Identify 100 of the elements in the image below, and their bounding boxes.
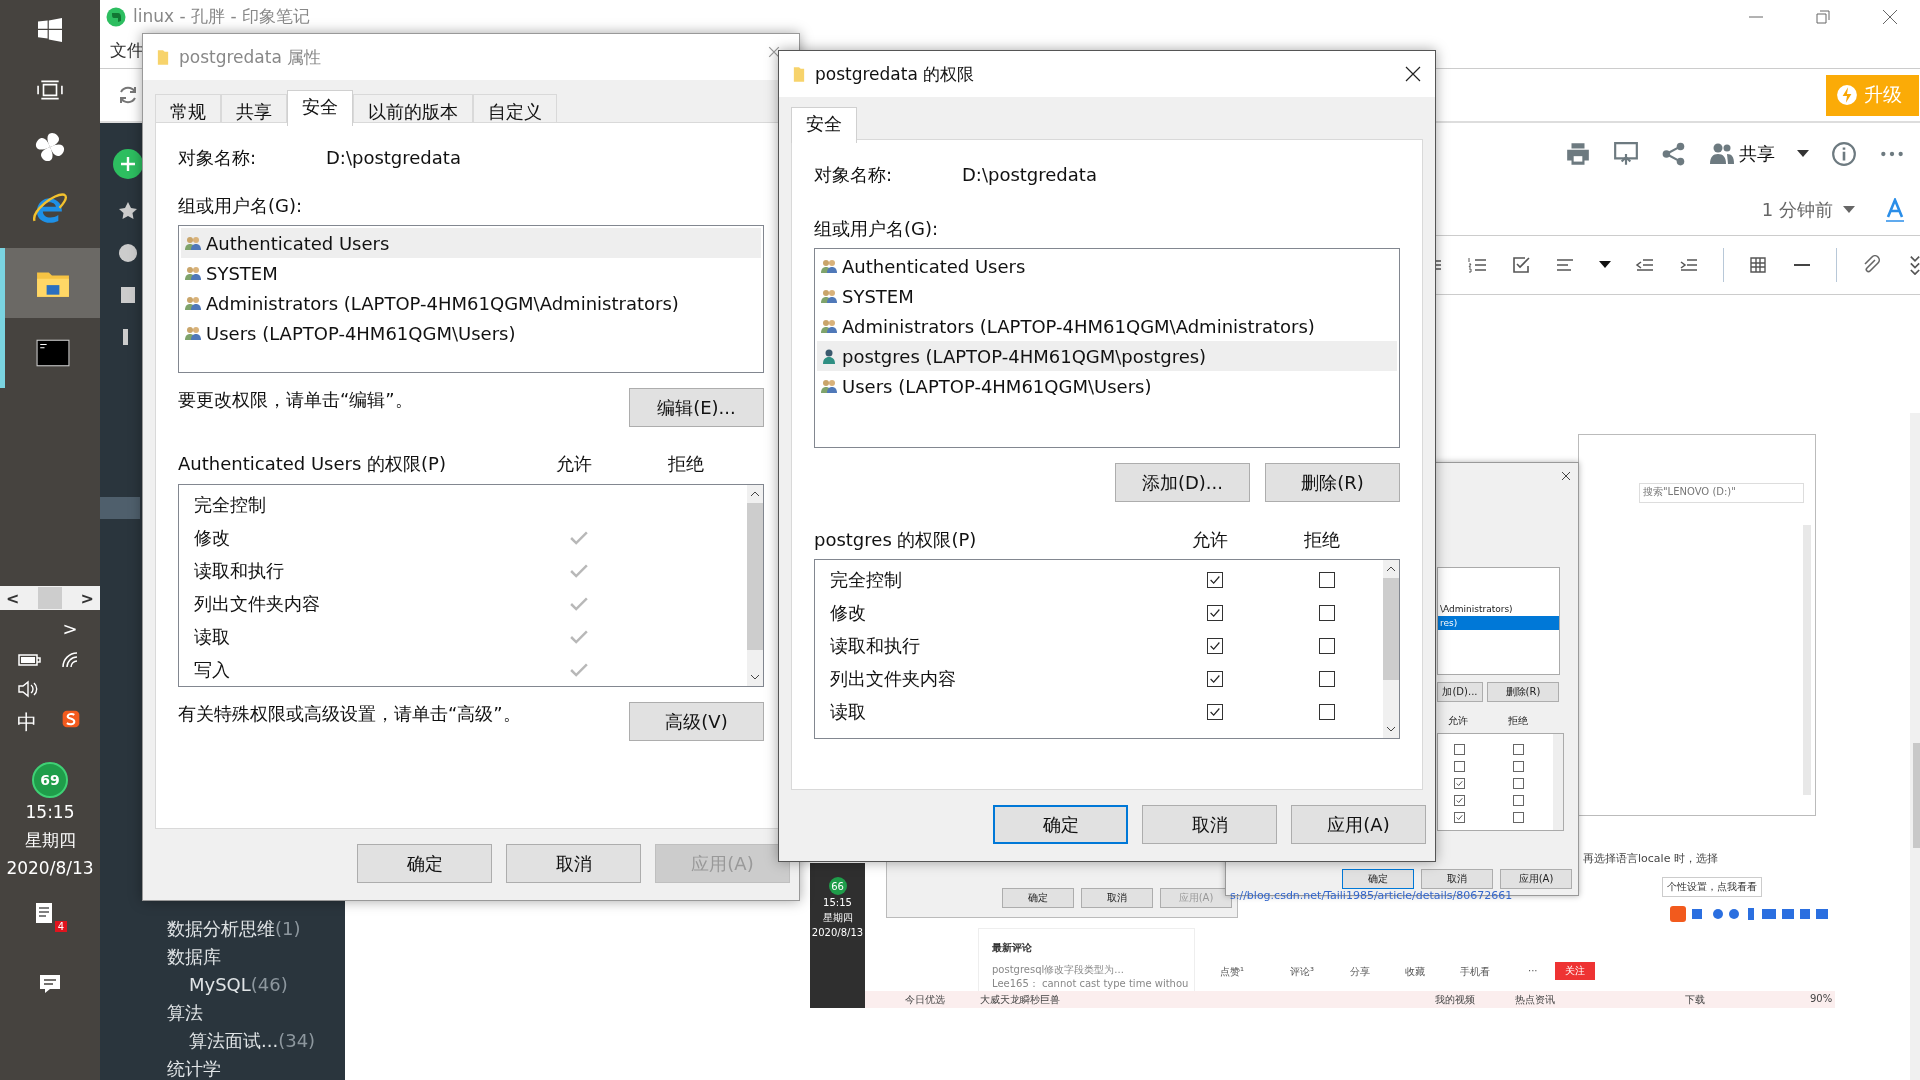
notebook-item[interactable]: 统计学 [167, 1055, 316, 1080]
field-label: 组或用户名(G): [814, 218, 940, 240]
dialog-button[interactable]: 确定 [357, 844, 492, 883]
permission-name: 读取 [829, 699, 867, 724]
dialog-button[interactable]: 确定 [1002, 888, 1074, 908]
action-link[interactable]: 点赞¹ [1220, 965, 1244, 979]
permission-name: 修改 [193, 525, 231, 550]
notebook-item[interactable]: 数据库 [167, 943, 316, 971]
list-item[interactable]: postgres (LAPTOP-4HM61QGM\postgres) [817, 341, 1397, 371]
hint-text: 要更改权限，请单击“编辑”。 [178, 388, 413, 412]
permission-name: 完全控制 [193, 492, 267, 517]
dialog-title: postgredata 属性 [179, 45, 322, 69]
column-header: 拒绝 [1508, 714, 1528, 728]
dialog-button[interactable]: 应用(A) [1291, 805, 1426, 844]
column-header: 拒绝 [667, 453, 705, 475]
status-item[interactable]: 我的视频 [1435, 993, 1475, 1007]
status-item[interactable]: 今日优选 [905, 993, 945, 1007]
permissions-title: Authenticated Users 的权限(P) [178, 453, 447, 475]
scroll-right-button[interactable]: > [80, 588, 94, 608]
field-label: 对象名称: [178, 147, 258, 169]
clock-weekday[interactable]: 星期四 [24, 826, 76, 854]
tooltip: 个性设置，点我看看 [1662, 877, 1762, 897]
dialog-button[interactable]: 应用(A) [1500, 869, 1572, 889]
list-item[interactable]: res) [1438, 616, 1559, 630]
permissions-title: postgres 的权限(P) [814, 529, 978, 551]
share-button[interactable]: 共享 [1709, 141, 1775, 167]
list-item[interactable]: Administrators (LAPTOP-4HM61QGM\Administrators) [181, 288, 761, 318]
column-header: 允许 [1448, 714, 1468, 728]
column-header: 拒绝 [1303, 529, 1341, 551]
list-item[interactable]: SYSTEM [181, 258, 761, 288]
dialog-button[interactable]: 确定 [1342, 869, 1414, 889]
permission-name: 读取和执行 [829, 633, 921, 658]
remove-button[interactable]: 删除(R) [1265, 463, 1400, 502]
column-header: 允许 [1191, 529, 1229, 551]
list-item[interactable]: \Administrators) [1438, 602, 1559, 616]
clock-date[interactable]: 2020/8/13 [6, 854, 94, 882]
edit-button[interactable]: 编辑(E)... [629, 388, 764, 427]
list-item[interactable]: Users (LAPTOP-4HM61QGM\Users) [181, 318, 761, 348]
status-item[interactable]: 下载 [1685, 993, 1705, 1007]
dialog-title: postgredata 的权限 [815, 62, 975, 86]
expand-tray-button[interactable]: > [62, 618, 78, 639]
object-path: D:\postgredata [326, 147, 461, 169]
clock-weekday: 星期四 [822, 911, 853, 925]
object-path: D:\postgredata [962, 164, 1097, 186]
search-field[interactable]: 搜索"LENOVO (D:)" [1639, 483, 1804, 503]
input-method-indicator[interactable]: 中 [17, 709, 41, 736]
advanced-button[interactable]: 高级(V) [629, 702, 764, 741]
permission-name: 列出文件夹内容 [829, 666, 957, 691]
link[interactable]: s://blog.csdn.net/Taili1985/article/details/80672661 [1230, 889, 1513, 902]
notebook-item[interactable]: 算法 [167, 999, 316, 1027]
modified-time[interactable]: 1 分钟前 [1761, 198, 1833, 222]
list-item[interactable]: Authenticated Users [817, 251, 1397, 281]
comment-text: Lee165： cannot cast type time withou [992, 977, 1190, 991]
article-text: 再选择语言locale 时，选择 [1583, 851, 1718, 866]
dialog-button[interactable]: 取消 [1421, 869, 1493, 889]
status-item[interactable]: 热点资讯 [1515, 993, 1555, 1007]
permission-name: 写入 [193, 657, 231, 682]
window-title: linux - 孔胖 - 印象笔记 [133, 5, 310, 28]
clock-time[interactable]: 15:15 [25, 798, 75, 826]
action-link[interactable]: ··· [1528, 965, 1538, 976]
action-link[interactable]: 分享 [1350, 965, 1370, 979]
permission-name: 读取 [193, 624, 231, 649]
action-link[interactable]: 手机看 [1460, 965, 1490, 979]
notebook-item[interactable]: MySQL(46) [167, 971, 316, 999]
permission-name: 修改 [829, 600, 867, 625]
notification-count: 4 [54, 921, 67, 932]
action-link[interactable]: 评论³ [1290, 965, 1314, 979]
status-item[interactable]: 大威天龙瞬秒巨兽 [980, 993, 1060, 1007]
scroll-left-button[interactable]: < [6, 588, 20, 608]
add-button[interactable]: 添加(D)... [1115, 463, 1250, 502]
add-button[interactable]: 加(D)... [1437, 682, 1483, 702]
list-item[interactable]: SYSTEM [817, 281, 1397, 311]
comments-title: 最新评论 [992, 941, 1033, 955]
dialog-button[interactable]: 取消 [1081, 888, 1153, 908]
menu-item[interactable]: 文件 [110, 39, 144, 62]
column-header: 允许 [555, 453, 593, 475]
dialog-button[interactable]: 取消 [1142, 805, 1277, 844]
field-label: 组或用户名(G): [178, 195, 304, 217]
list-item[interactable]: Authenticated Users [181, 228, 761, 258]
counter-badge[interactable]: 69 [32, 762, 68, 798]
notebook-item[interactable]: 数据分析思维(1) [167, 915, 316, 943]
permission-name: 读取和执行 [193, 558, 285, 583]
tab[interactable]: 安全 [791, 107, 857, 143]
notebook-item[interactable]: 算法面试...(34) [167, 1027, 316, 1055]
clock-time: 15:15 [823, 896, 852, 910]
clock-date: 2020/8/13 [811, 926, 864, 940]
list-item[interactable]: Users (LAPTOP-4HM61QGM\Users) [817, 371, 1397, 401]
permission-name: 列出文件夹内容 [193, 591, 321, 616]
tab[interactable]: 安全 [287, 90, 353, 126]
field-label: 对象名称: [814, 164, 894, 186]
dialog-button[interactable]: 确定 [993, 805, 1128, 844]
follow-button[interactable]: 关注 [1555, 962, 1595, 980]
remove-button[interactable]: 删除(R) [1487, 682, 1559, 702]
status-item[interactable]: 90% [1810, 993, 1833, 1004]
scroll-bar[interactable]: < > [0, 586, 100, 610]
dialog-button[interactable]: 取消 [506, 844, 641, 883]
comment-text: postgresql修改字段类型为... [992, 963, 1125, 977]
list-item[interactable]: Administrators (LAPTOP-4HM61QGM\Administrators) [817, 311, 1397, 341]
permission-name: 完全控制 [829, 567, 903, 592]
action-link[interactable]: 收藏 [1405, 965, 1425, 979]
